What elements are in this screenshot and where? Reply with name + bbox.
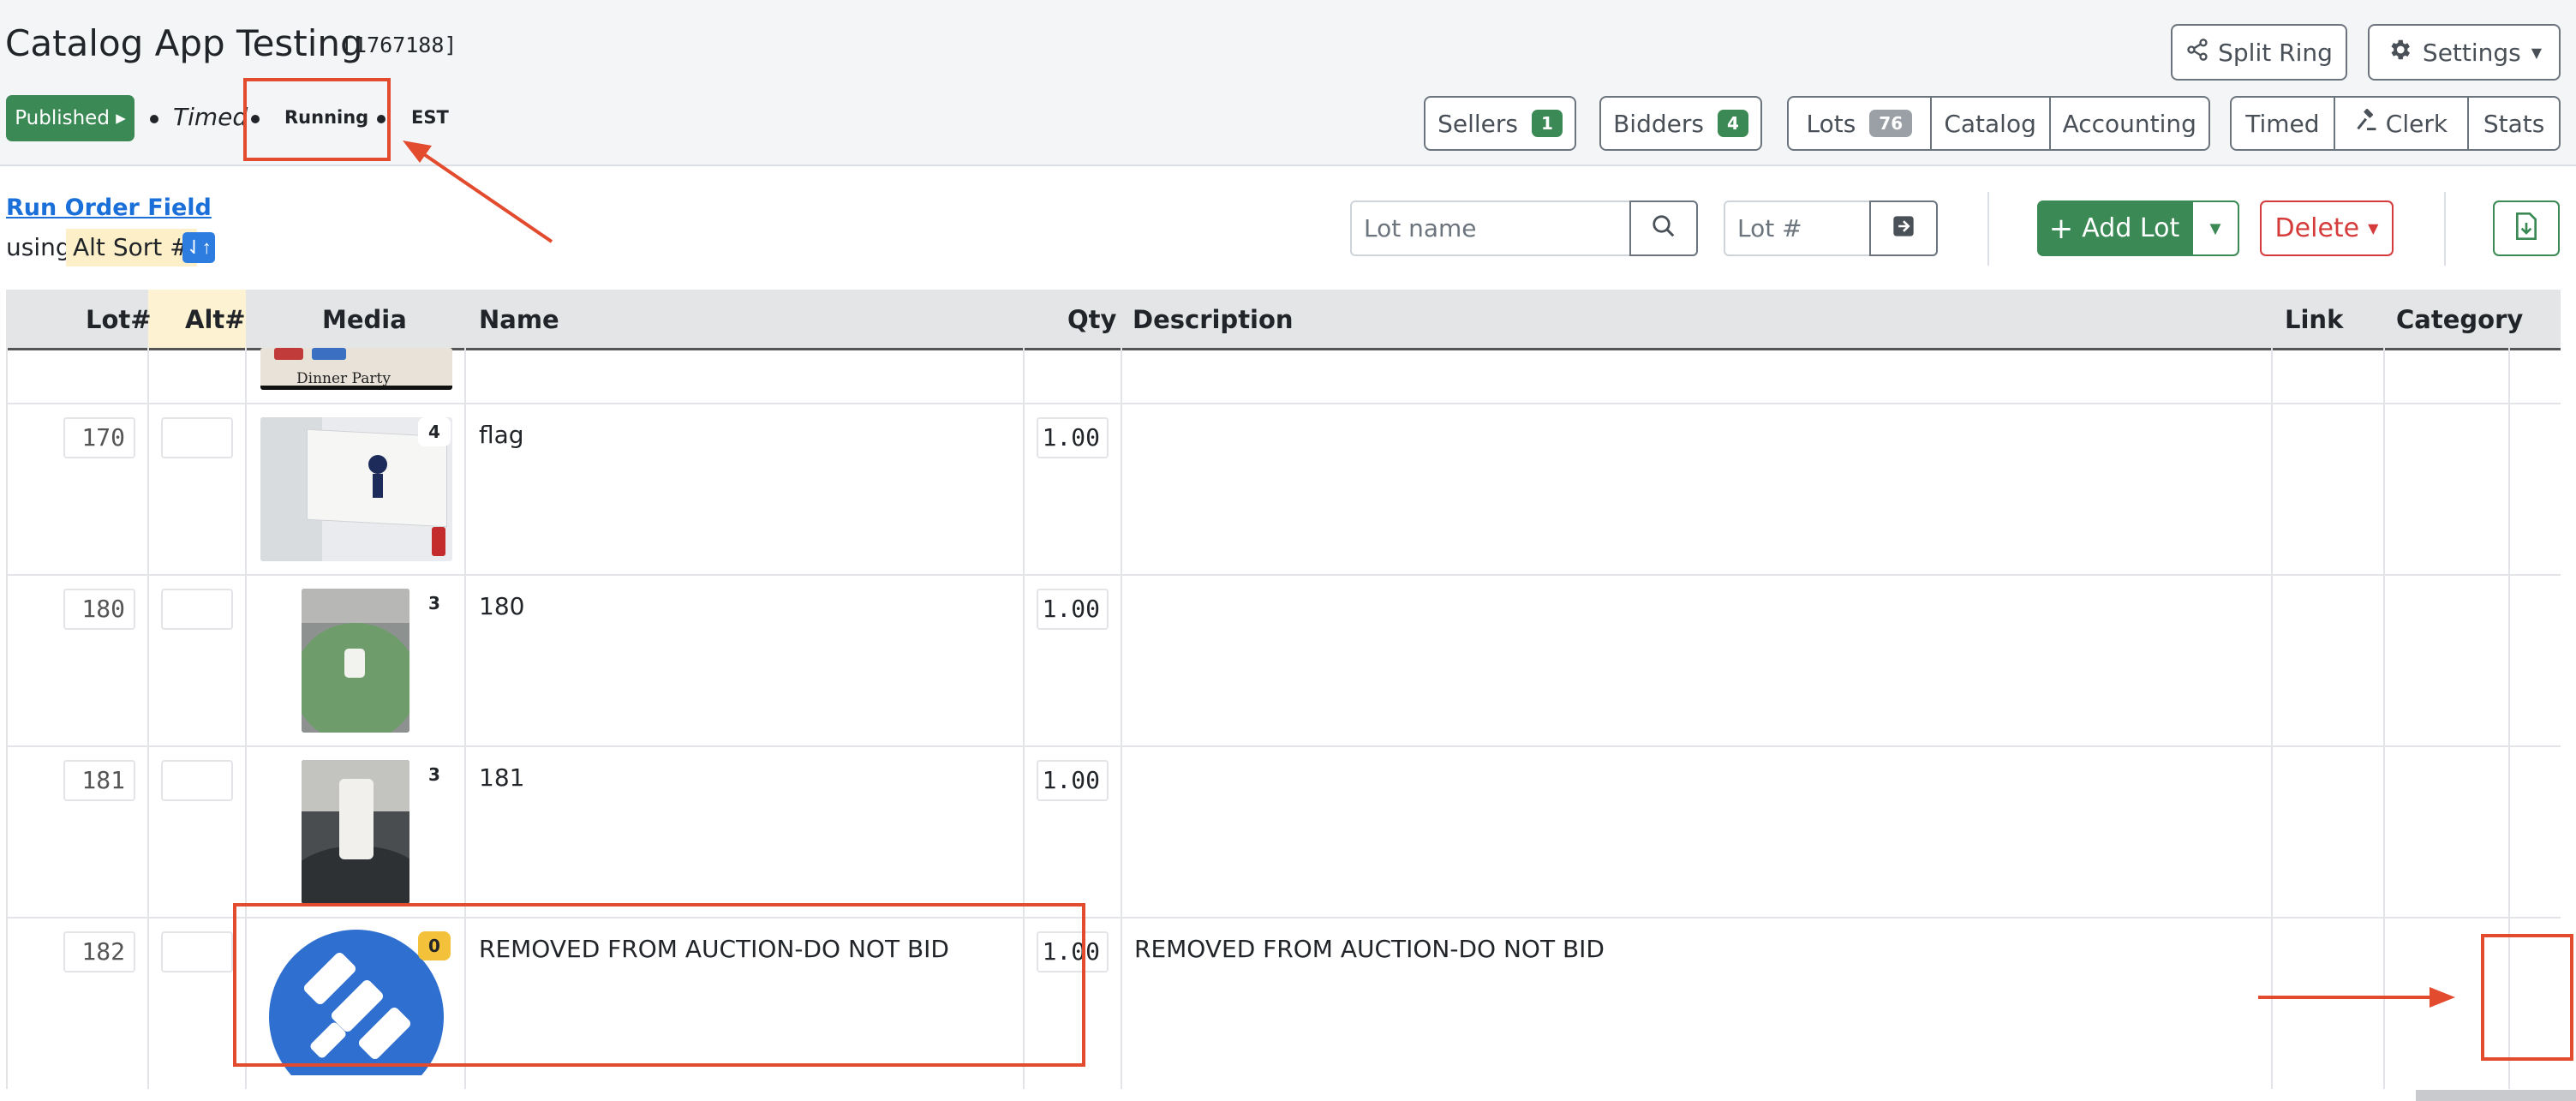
share-icon <box>2185 38 2209 68</box>
row-divider <box>6 745 2561 747</box>
lot-number-field[interactable]: 182 <box>63 931 135 972</box>
bidders-label: Bidders <box>1613 109 1704 138</box>
lot-number-input[interactable]: Lot # <box>1724 200 1871 256</box>
horizontal-scrollbar[interactable] <box>2416 1090 2576 1101</box>
lot-name-cell[interactable]: 180 <box>479 592 524 620</box>
page-title: Catalog App Testing <box>5 22 363 64</box>
column-header-media: Media <box>322 305 407 334</box>
auction-tools-group: Timed Clerk Stats <box>2230 96 2561 151</box>
timed-button[interactable]: Timed <box>2232 98 2335 149</box>
lots-count-badge: 76 <box>1869 110 1913 137</box>
search-button[interactable] <box>1629 200 1698 256</box>
export-button[interactable] <box>2493 200 2560 256</box>
add-lot-dropdown-toggle[interactable]: ▼ <box>2191 200 2239 256</box>
alt-number-field[interactable] <box>161 417 233 458</box>
row-divider <box>6 403 2561 404</box>
lot-number-field[interactable]: 170 <box>63 417 135 458</box>
lot-name-search-input[interactable]: Lot name <box>1350 200 1631 256</box>
column-header-lot[interactable]: Lot# <box>86 305 152 334</box>
media-count-badge: 3 <box>418 589 451 618</box>
lots-label: Lots <box>1806 109 1856 138</box>
delete-label: Delete <box>2274 213 2360 243</box>
row-divider <box>6 574 2561 576</box>
auction-mode-label: Timed <box>173 103 248 131</box>
stats-button[interactable]: Stats <box>2469 98 2559 149</box>
lot-name-cell[interactable]: 181 <box>479 763 524 792</box>
sellers-button[interactable]: Sellers 1 <box>1424 96 1576 151</box>
alt-number-field[interactable] <box>161 931 233 972</box>
bidders-button[interactable]: Bidders 4 <box>1599 96 1762 151</box>
column-divider <box>6 348 8 1089</box>
lot-thumbnail[interactable]: Dinner Party <box>260 348 452 390</box>
plus-icon: + <box>2048 211 2074 246</box>
toolbar-divider <box>1987 192 1989 266</box>
clerk-button[interactable]: Clerk <box>2335 98 2470 149</box>
add-lot-button[interactable]: + Add Lot <box>2037 200 2191 256</box>
qty-field[interactable]: 1.00 <box>1037 760 1109 801</box>
arrow-right-square-icon <box>1892 214 1916 242</box>
annotation-highlight-box <box>243 78 391 161</box>
caret-down-icon: ▼ <box>2531 44 2543 61</box>
qty-field[interactable]: 1.00 <box>1037 417 1109 458</box>
column-header-name[interactable]: Name <box>479 305 559 334</box>
accounting-button[interactable]: Accounting <box>2051 98 2208 149</box>
annotation-highlight-box <box>2481 934 2573 1061</box>
column-header-category[interactable]: Category <box>2396 305 2523 334</box>
sellers-count-badge: 1 <box>1531 110 1563 137</box>
gear-icon <box>2387 37 2412 69</box>
thumbnail-caption: Dinner Party <box>296 370 391 387</box>
auction-id: [1767188] <box>341 33 457 57</box>
qty-field[interactable]: 1.00 <box>1037 589 1109 630</box>
gavel-icon <box>2355 108 2379 139</box>
column-header-alt[interactable]: Alt# <box>185 305 246 334</box>
annotation-arrow-icon <box>403 141 553 243</box>
settings-label: Settings <box>2422 38 2521 67</box>
lot-thumbnail[interactable] <box>302 589 409 733</box>
split-ring-button[interactable]: Split Ring <box>2171 24 2347 81</box>
settings-dropdown-button[interactable]: Settings ▼ <box>2368 24 2561 81</box>
caret-down-icon: ▼ <box>2368 220 2379 236</box>
column-divider <box>2271 348 2273 1089</box>
column-divider <box>2383 348 2385 1089</box>
bidders-count-badge: 4 <box>1717 110 1748 137</box>
timezone-label: EST <box>411 107 449 128</box>
lots-nav-group: Lots 76 Catalog Accounting <box>1787 96 2210 151</box>
column-header-description[interactable]: Description <box>1133 305 1294 334</box>
alt-number-field[interactable] <box>161 589 233 630</box>
sellers-label: Sellers <box>1437 109 1518 138</box>
go-to-lot-button[interactable] <box>1869 200 1938 256</box>
search-icon <box>1651 213 1676 243</box>
column-header-qty[interactable]: Qty <box>1067 305 1116 334</box>
media-count-badge: 4 <box>418 417 451 446</box>
lot-thumbnail[interactable] <box>302 760 409 904</box>
split-ring-label: Split Ring <box>2218 38 2333 67</box>
annotation-arrow-icon <box>2258 987 2455 1008</box>
lot-number-field[interactable]: 180 <box>63 589 135 630</box>
using-label: using <box>6 233 71 261</box>
column-divider <box>1121 348 1122 1089</box>
lot-name-cell[interactable]: flag <box>479 421 524 449</box>
column-header-link: Link <box>2285 305 2344 334</box>
sort-direction-icon[interactable]: ⇃↑ <box>182 232 215 263</box>
separator-dot <box>150 115 158 123</box>
clerk-label: Clerk <box>2385 109 2448 138</box>
file-download-icon <box>2514 212 2538 244</box>
column-divider <box>147 348 149 1089</box>
toolbar-divider <box>2444 192 2446 266</box>
delete-dropdown-button[interactable]: Delete ▼ <box>2260 200 2394 256</box>
caret-down-icon: ▼ <box>2206 217 2225 239</box>
alt-number-field[interactable] <box>161 760 233 801</box>
media-count-badge: 3 <box>418 760 451 789</box>
run-order-field-link[interactable]: Run Order Field <box>6 194 212 221</box>
published-status-button[interactable]: Published ▸ <box>6 95 134 141</box>
lot-number-field[interactable]: 181 <box>63 760 135 801</box>
catalog-button[interactable]: Catalog <box>1932 98 2051 149</box>
add-lot-label: Add Lot <box>2082 213 2180 243</box>
lots-button[interactable]: Lots 76 <box>1789 98 1932 149</box>
annotation-highlight-box <box>233 903 1085 1067</box>
description-cell[interactable]: REMOVED FROM AUCTION-DO NOT BID <box>1134 935 1605 963</box>
sort-field-tag: Alt Sort # <box>66 229 197 266</box>
